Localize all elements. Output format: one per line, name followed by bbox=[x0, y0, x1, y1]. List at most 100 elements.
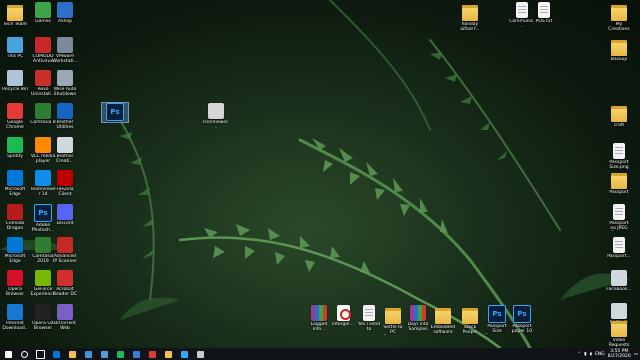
desktop-icon[interactable]: Logged info... bbox=[306, 305, 332, 332]
photoshop-icon: Ps bbox=[513, 305, 531, 323]
folder-taskbar-icon[interactable] bbox=[160, 348, 176, 360]
desktop-icon[interactable]: Spotify bbox=[2, 137, 28, 159]
language-indicator[interactable]: ENG bbox=[595, 352, 605, 357]
desktop-icon[interactable]: Stock People bbox=[457, 305, 483, 335]
desktop[interactable]: Tech Team Games Ashop This PC COMODO Antivir… bbox=[0, 0, 640, 348]
search-icon[interactable] bbox=[16, 348, 32, 360]
spotify-taskbar-icon[interactable] bbox=[112, 348, 128, 360]
desktop-icon[interactable]: Opera Browser bbox=[2, 270, 28, 297]
desktop-icon[interactable]: Acrobat Reader DC bbox=[52, 270, 78, 297]
desktop-icon[interactable]: FileZilla Client bbox=[52, 170, 78, 197]
desktop-icon-label: Tech Team bbox=[3, 22, 27, 27]
desktop-icon[interactable]: Brother Creati... bbox=[52, 137, 78, 164]
app-icon bbox=[35, 103, 51, 119]
desktop-icon-label: Settle to PC Samples bbox=[383, 325, 403, 335]
settings-taskbar-icon[interactable] bbox=[192, 348, 208, 360]
desktop-icon[interactable]: Interger... bbox=[330, 305, 356, 327]
app-icon bbox=[7, 170, 23, 186]
folder-icon bbox=[462, 5, 478, 21]
network-icon[interactable]: ▮ bbox=[584, 352, 586, 357]
desktop-icon-label: Spotify bbox=[7, 154, 23, 159]
desktop-icon[interactable]: This PC bbox=[2, 37, 28, 59]
desktop-icon[interactable]: Ps bbox=[101, 102, 129, 123]
desktop-icon-label: My Creations bbox=[608, 22, 630, 32]
app-icon bbox=[57, 37, 73, 53]
desktop-icon[interactable]: Comodo Dragon bbox=[2, 204, 28, 231]
edge-taskbar-icon[interactable] bbox=[48, 348, 64, 360]
desktop-icon[interactable]: Google Chrome bbox=[2, 103, 28, 130]
desktop-icon[interactable]: PsPassport Size Picture.psd bbox=[484, 305, 510, 334]
desktop-icon[interactable]: Backup bbox=[606, 37, 632, 62]
desktop-icon[interactable]: Passport Size.png bbox=[606, 143, 632, 170]
spotify-taskbar-icon bbox=[116, 350, 124, 358]
desktop-icon[interactable]: PsPassport paper 10 c... bbox=[509, 305, 535, 334]
desktop-icon[interactable]: POS.txt bbox=[531, 2, 557, 24]
clock[interactable]: 3:55 PM 8/27/2020 bbox=[608, 349, 631, 359]
desktop-icon-label: This PC bbox=[6, 54, 24, 59]
desktop-icon[interactable]: Brother Utilities bbox=[52, 103, 78, 130]
desktop-icon[interactable]: Embedded software bbox=[430, 305, 456, 335]
desktop-icon[interactable]: Passport ea JPEG Open... bbox=[606, 204, 632, 231]
desktop-icon-label: Backup bbox=[610, 57, 628, 62]
desktop-icon-label: Recycle Bin bbox=[2, 87, 28, 92]
desktop-icon[interactable]: Discord bbox=[52, 204, 78, 226]
folder-icon bbox=[462, 308, 478, 324]
desktop-icon[interactable]: BitTorrent Web bbox=[52, 304, 78, 331]
app-icon bbox=[35, 237, 51, 253]
desktop-icon[interactable]: IconViewer... bbox=[203, 103, 229, 130]
app-icon bbox=[35, 270, 51, 286]
chrome-taskbar-icon[interactable] bbox=[144, 348, 160, 360]
desktop-icon-label: Internet Download... bbox=[2, 321, 28, 331]
app-icon bbox=[7, 204, 23, 220]
desktop-icon[interactable]: Passport... bbox=[606, 237, 632, 259]
volume-icon[interactable]: ◖ bbox=[590, 352, 592, 357]
app-icon bbox=[7, 103, 23, 119]
app-icon bbox=[35, 2, 51, 18]
app-icon bbox=[57, 237, 73, 253]
app-icon bbox=[7, 304, 23, 320]
task-view-icon[interactable] bbox=[32, 348, 48, 360]
start-button[interactable] bbox=[0, 348, 16, 360]
desktop-icon[interactable]: Ashop bbox=[52, 2, 78, 24]
desktop-icon[interactable]: My Creations bbox=[606, 2, 632, 32]
photoshop-taskbar-icon[interactable] bbox=[176, 348, 192, 360]
store-icon[interactable] bbox=[80, 348, 96, 360]
desktop-icon[interactable]: Recycle Bin bbox=[2, 70, 28, 92]
desktop-icon[interactable]: holiday aifiad f... bbox=[457, 2, 483, 32]
photos-icon[interactable] bbox=[128, 348, 144, 360]
notification-icon[interactable]: ▭ bbox=[634, 352, 638, 357]
document-icon bbox=[538, 2, 550, 18]
desktop-icon[interactable]: Internet Download... bbox=[2, 304, 28, 331]
desktop-icon[interactable]: Tech Team bbox=[2, 2, 28, 27]
desktop-icon[interactable]: Passport bbox=[606, 170, 632, 195]
wallpaper-ferns bbox=[0, 0, 630, 348]
folder-icon bbox=[611, 321, 627, 337]
desktop-icon-label: Embedded software bbox=[430, 325, 456, 335]
desktop-icon-label: craft bbox=[613, 123, 625, 128]
app-icon bbox=[35, 137, 51, 153]
start-button-icon bbox=[4, 350, 12, 358]
desktop-icon[interactable]: Advanced IP Scanner bbox=[52, 237, 78, 264]
desktop-icon-label: Passport Size Picture.psd bbox=[487, 324, 507, 334]
mail-icon[interactable] bbox=[96, 348, 112, 360]
desktop-icon[interactable]: Facebook... bbox=[606, 270, 632, 292]
desktop-icon[interactable]: Microsoft Edge bbox=[2, 170, 28, 197]
desktop-icon-label: Opera Browser bbox=[5, 287, 25, 297]
app-icon bbox=[57, 270, 73, 286]
desktop-icon[interactable]: Video Requests xx... bbox=[606, 318, 632, 348]
pdf-icon bbox=[336, 305, 351, 321]
desktop-icon-label: Passport paper 10 c... bbox=[511, 324, 533, 334]
desktop-icon[interactable]: Yes I send to people.txt bbox=[356, 305, 382, 332]
desktop-icon[interactable]: VMware Workstati... bbox=[52, 37, 78, 64]
desktop-icon[interactable]: Wise Auto Shutdown bbox=[52, 70, 78, 97]
desktop-icon[interactable]: Settle to PC Samples bbox=[380, 305, 406, 335]
desktop-icon-label: Logged info... bbox=[310, 322, 328, 332]
desktop-icon[interactable]: Microsoft Edge bbox=[2, 237, 28, 264]
file-explorer-icon[interactable] bbox=[64, 348, 80, 360]
desktop-icon-label: Ashop bbox=[58, 19, 72, 24]
app-icon bbox=[35, 70, 51, 86]
tray-overflow-icon[interactable]: ⌃ bbox=[577, 352, 581, 357]
desktop-icon-label: Passport... bbox=[607, 254, 631, 259]
desktop-icon[interactable]: craft bbox=[606, 103, 632, 128]
desktop-icon[interactable]: Dayr into Samples bbox=[405, 305, 431, 332]
